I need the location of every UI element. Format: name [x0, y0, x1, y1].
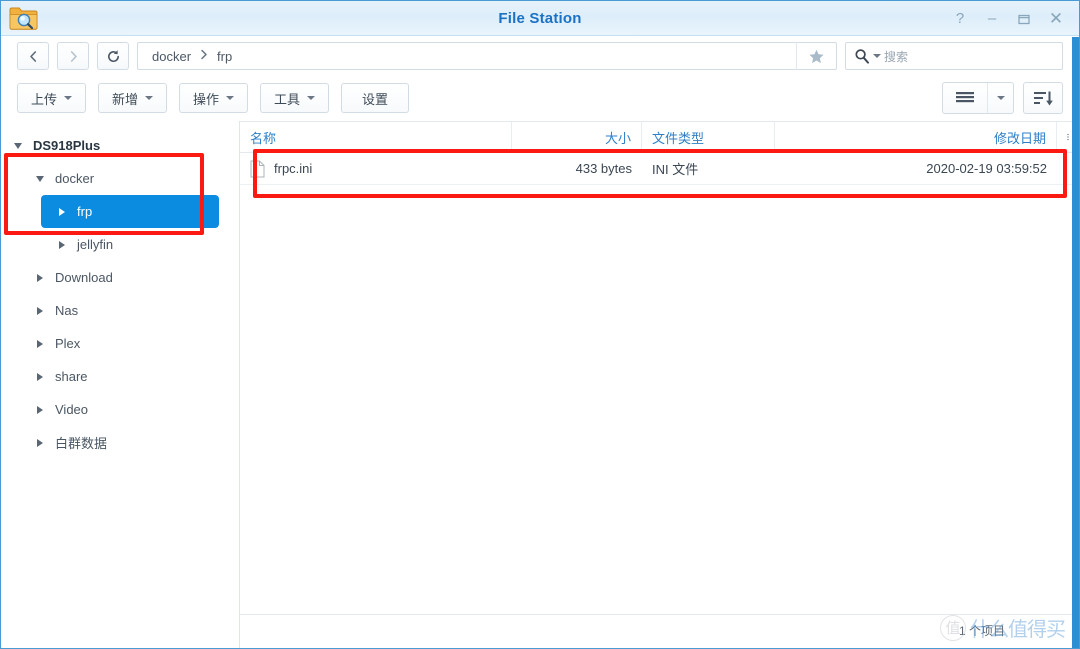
- chevron-right-icon[interactable]: [31, 438, 49, 447]
- view-mode-group: [942, 82, 1014, 114]
- sidebar-item-label: DS918Plus: [33, 138, 101, 153]
- sidebar-item-label: Download: [55, 270, 113, 285]
- main-body: DS918Plus docker frp jellyfin Download Nas Ple…: [1, 121, 1079, 648]
- status-item-count: 1 个项目: [958, 624, 1005, 638]
- file-name: frpc.ini: [274, 161, 313, 176]
- title-bar: File Station ? – ✕: [1, 1, 1079, 36]
- search-box[interactable]: 搜索: [845, 42, 1063, 70]
- upload-button-label: 上传: [31, 91, 58, 107]
- window-controls: ? – ✕: [945, 1, 1071, 36]
- file-list-pane: 名称 大小 文件类型 修改日期 frpc.ini 433 bytes INI 文件 2…: [240, 121, 1079, 648]
- file-rows-container: frpc.ini 433 bytes INI 文件 2020-02-19 03:59:…: [240, 153, 1079, 614]
- breadcrumb-item-frp[interactable]: frp: [215, 49, 234, 64]
- sidebar-item-label: jellyfin: [77, 237, 114, 252]
- chevron-down-icon: [226, 96, 235, 100]
- toolbar-right-group: [942, 82, 1063, 114]
- breadcrumb-separator: [193, 49, 215, 63]
- tools-button-label: 工具: [274, 91, 301, 107]
- window-right-edge: [1072, 37, 1079, 648]
- chevron-right-icon[interactable]: [31, 273, 49, 282]
- breadcrumb-item-docker[interactable]: docker: [150, 49, 193, 64]
- window-title: File Station: [498, 10, 582, 27]
- file-station-window: File Station ? – ✕ docker frp 搜索 上传 新增 操…: [0, 0, 1080, 649]
- column-header-date[interactable]: 修改日期: [775, 122, 1057, 152]
- sidebar-item-白群数据[interactable]: 白群数据: [1, 426, 239, 459]
- sidebar-item-label: Plex: [55, 336, 81, 351]
- forward-button[interactable]: [57, 42, 89, 70]
- chevron-down-icon: [145, 96, 154, 100]
- file-icon: [250, 160, 265, 178]
- view-mode-chevron-down-icon[interactable]: [987, 83, 1013, 113]
- create-button[interactable]: 新增: [98, 83, 168, 113]
- chevron-down-icon: [64, 96, 73, 100]
- file-modified-date: 2020-02-19 03:59:52: [926, 161, 1047, 176]
- sidebar-item-plex[interactable]: Plex: [1, 327, 239, 360]
- chevron-down-icon[interactable]: [9, 142, 27, 149]
- sidebar-item-download[interactable]: Download: [1, 261, 239, 294]
- file-size: 433 bytes: [575, 161, 632, 176]
- chevron-right-icon[interactable]: [53, 207, 71, 216]
- sidebar-item-frp[interactable]: frp: [41, 195, 219, 228]
- sort-descending-icon[interactable]: [1023, 82, 1063, 114]
- action-button[interactable]: 操作: [179, 83, 249, 113]
- action-button-label: 操作: [193, 91, 220, 107]
- settings-button-label: 设置: [362, 91, 389, 107]
- column-header-name[interactable]: 名称: [240, 122, 512, 152]
- search-scope-caret-icon[interactable]: [873, 54, 881, 58]
- file-type: INI 文件: [652, 162, 699, 177]
- status-bar: [240, 614, 1079, 648]
- refresh-button[interactable]: [97, 42, 129, 70]
- breadcrumb-path-bar[interactable]: docker frp: [137, 42, 837, 70]
- star-icon[interactable]: [796, 42, 836, 70]
- search-icon: [855, 49, 869, 64]
- file-name-cell: frpc.ini: [240, 153, 512, 184]
- maximize-button[interactable]: [1009, 6, 1039, 32]
- back-button[interactable]: [17, 42, 49, 70]
- sidebar-item-nas[interactable]: Nas: [1, 294, 239, 327]
- sidebar-item-label: Nas: [55, 303, 79, 318]
- upload-button[interactable]: 上传: [17, 83, 87, 113]
- sidebar-item-label: frp: [77, 204, 93, 219]
- tools-button[interactable]: 工具: [260, 83, 330, 113]
- create-button-label: 新增: [112, 91, 139, 107]
- sidebar-item-ds918plus[interactable]: DS918Plus: [1, 129, 239, 162]
- main-toolbar: 上传 新增 操作 工具 设置: [1, 76, 1079, 120]
- search-input[interactable]: 搜索: [884, 48, 908, 65]
- list-view-icon[interactable]: [943, 83, 987, 113]
- sidebar-item-video[interactable]: Video: [1, 393, 239, 426]
- sidebar-item-docker[interactable]: docker: [1, 162, 239, 195]
- chevron-right-icon[interactable]: [53, 240, 71, 249]
- chevron-right-icon[interactable]: [31, 405, 49, 414]
- settings-button[interactable]: 设置: [341, 83, 410, 113]
- sidebar-item-share[interactable]: share: [1, 360, 239, 393]
- sidebar-item-label: 白群数据: [55, 436, 108, 451]
- folder-tree-sidebar: DS918Plus docker frp jellyfin Download Nas Ple…: [1, 121, 240, 648]
- minimize-button[interactable]: –: [977, 6, 1007, 32]
- chevron-right-icon[interactable]: [31, 339, 49, 348]
- sidebar-item-label: Video: [55, 402, 89, 417]
- chevron-right-icon[interactable]: [31, 306, 49, 315]
- column-header-type[interactable]: 文件类型: [642, 122, 775, 152]
- navigation-bar: docker frp 搜索: [1, 36, 1079, 76]
- close-button[interactable]: ✕: [1041, 6, 1071, 32]
- table-row[interactable]: frpc.ini 433 bytes INI 文件 2020-02-19 03:59:…: [240, 153, 1079, 185]
- chevron-down-icon: [307, 96, 316, 100]
- chevron-right-icon[interactable]: [31, 372, 49, 381]
- file-list-column-headers: 名称 大小 文件类型 修改日期: [240, 121, 1079, 153]
- sidebar-item-label: docker: [55, 171, 95, 186]
- sidebar-item-label: share: [55, 369, 88, 384]
- help-button[interactable]: ?: [945, 6, 975, 32]
- column-header-size[interactable]: 大小: [512, 122, 642, 152]
- sidebar-item-jellyfin[interactable]: jellyfin: [1, 228, 239, 261]
- chevron-down-icon[interactable]: [31, 175, 49, 182]
